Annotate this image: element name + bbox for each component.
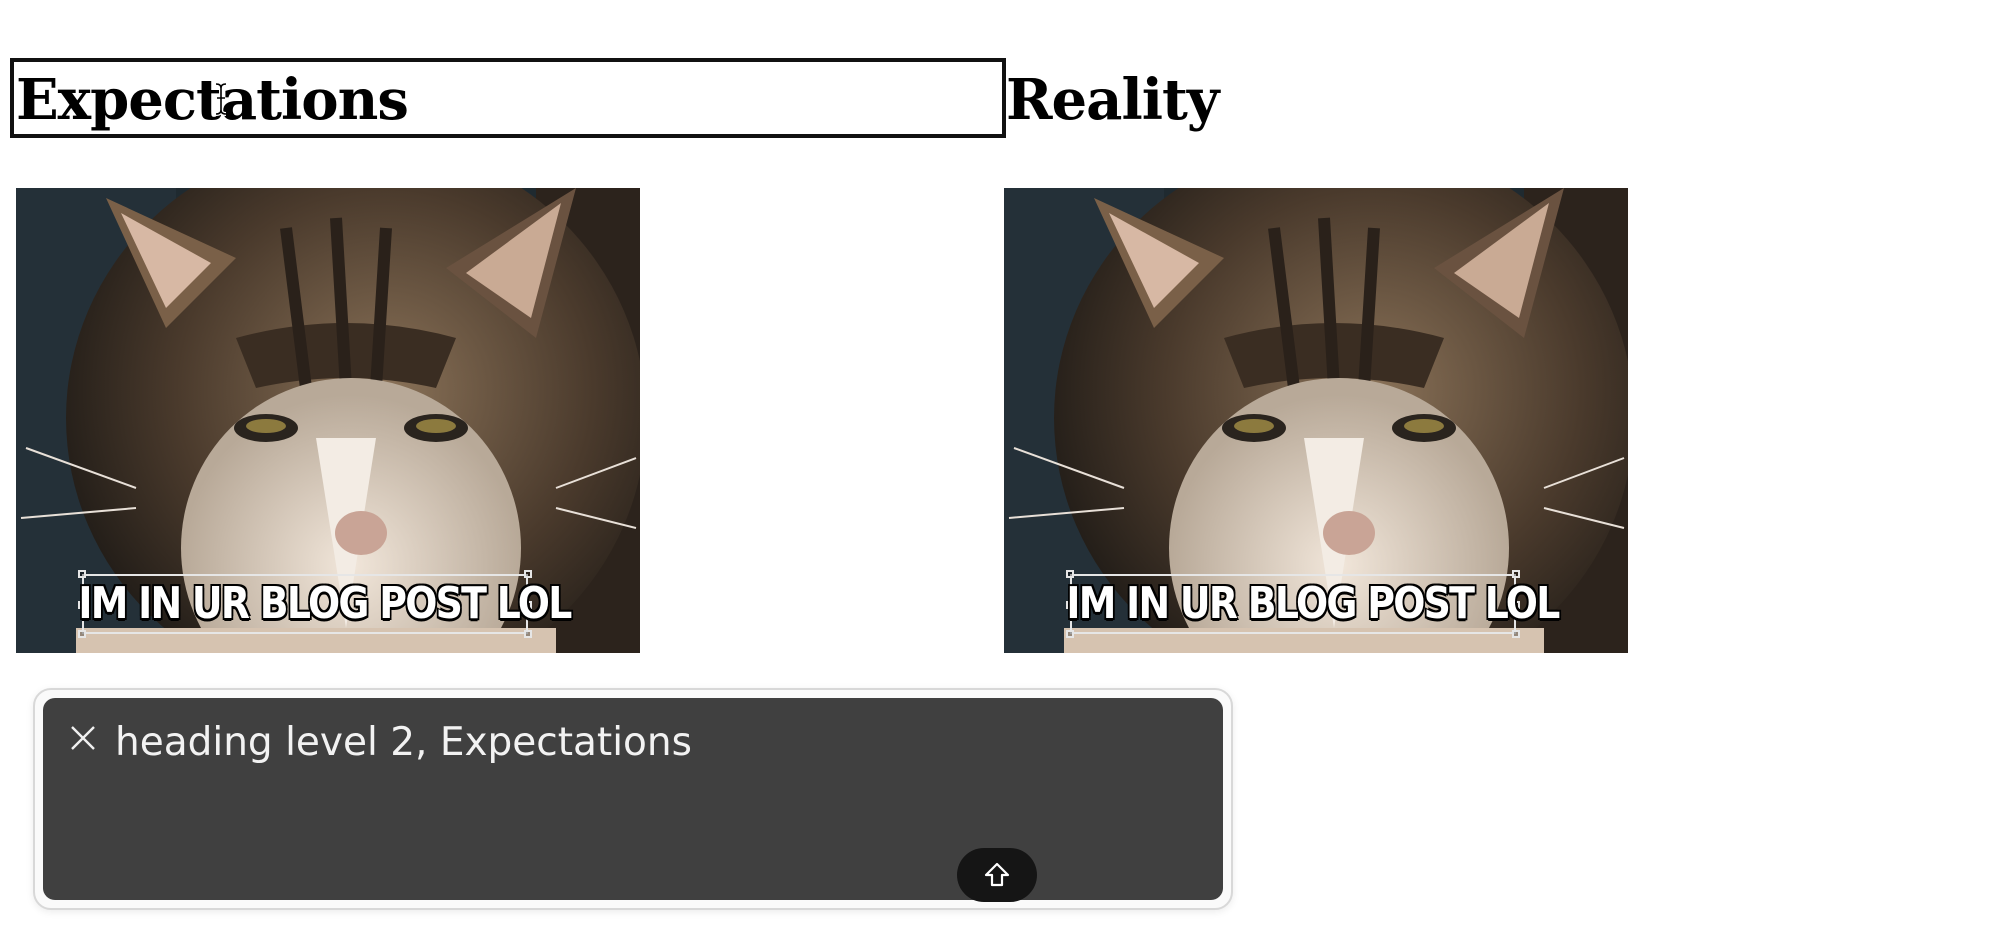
expectations-column: Expectations	[10, 58, 1000, 142]
meme-caption: IM IN UR BLOG POST LOL	[1066, 578, 1560, 629]
arrow-up-outline-icon	[984, 862, 1010, 887]
page: Expectations Reality IM IN UR BLOG POST …	[0, 0, 1992, 936]
expectations-cat-meme-image: IM IN UR BLOG POST LOL	[16, 188, 640, 653]
meme-caption: IM IN UR BLOG POST LOL	[78, 578, 572, 629]
close-icon[interactable]	[69, 724, 97, 752]
voiceover-spoken-text: heading level 2, Expectations	[115, 720, 692, 765]
voiceover-caption-panel: heading level 2, Expectations	[33, 688, 1233, 910]
reality-heading: Reality	[1006, 67, 1219, 133]
expand-panel-button[interactable]	[957, 848, 1037, 902]
reality-cat-meme-image: IM IN UR BLOG POST LOL	[1004, 188, 1628, 653]
expectations-heading: Expectations	[16, 67, 409, 133]
voiceover-caption-body: heading level 2, Expectations	[43, 698, 1223, 902]
reality-column: Reality	[1004, 58, 1992, 142]
